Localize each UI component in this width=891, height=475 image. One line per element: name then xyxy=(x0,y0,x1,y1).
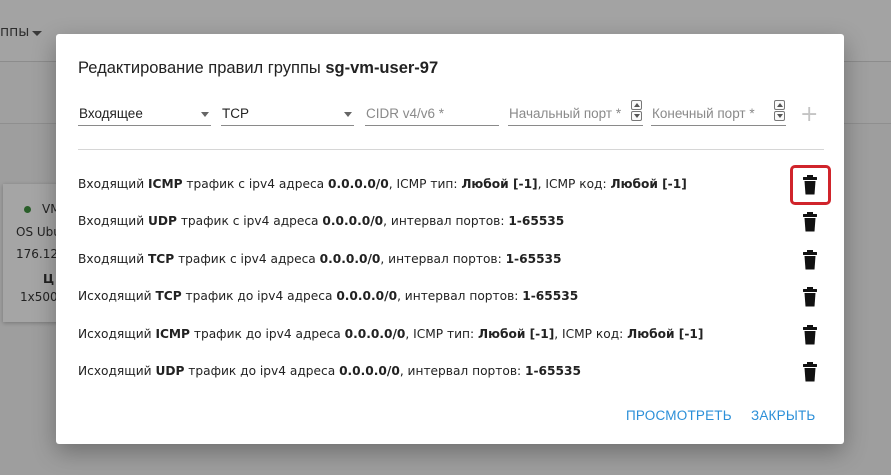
delete-rule-button[interactable] xyxy=(800,361,820,383)
start-port-input[interactable]: Начальный порт * xyxy=(508,96,643,126)
plus-icon: + xyxy=(800,102,819,127)
rule-row: Входящий UDP трафик с ipv4 адреса 0.0.0.… xyxy=(78,214,564,234)
rule-row: Исходящий TCP трафик до ipv4 адреса 0.0.… xyxy=(78,289,578,309)
delete-rule-button[interactable] xyxy=(800,286,820,308)
trash-icon xyxy=(803,250,817,270)
rule-value: Любой [-1] xyxy=(461,177,538,191)
delete-rule-button[interactable] xyxy=(800,324,820,346)
rule-text: , интервал портов: xyxy=(397,289,519,303)
direction-select[interactable]: Входящее xyxy=(78,96,211,126)
delete-rule-button[interactable] xyxy=(800,211,820,233)
protocol-select[interactable]: TCP xyxy=(221,96,354,126)
dropdown-caret-icon xyxy=(344,112,352,117)
rule-direction: Входящий xyxy=(78,252,145,266)
rule-row: Исходящий UDP трафик до ipv4 адреса 0.0.… xyxy=(78,364,581,384)
rule-address: 0.0.0.0/0 xyxy=(339,364,400,378)
spinner-up-icon[interactable] xyxy=(774,100,785,110)
rule-protocol: TCP xyxy=(147,252,175,266)
rule-value: Любой [-1] xyxy=(627,327,704,341)
rule-address: 0.0.0.0/0 xyxy=(336,289,398,303)
spinner-down-icon[interactable] xyxy=(774,111,785,121)
rule-direction: Входящий xyxy=(78,214,145,228)
rule-text: , ICMP тип: xyxy=(405,327,475,341)
dropdown-caret-icon xyxy=(201,112,209,117)
cidr-placeholder: CIDR v4/v6 * xyxy=(366,106,445,121)
dialog-title: Редактирование правил группы sg-vm-user-… xyxy=(78,59,438,78)
rule-text: , ICMP код: xyxy=(537,177,607,191)
rule-protocol: ICMP xyxy=(155,327,190,341)
divider xyxy=(78,149,824,150)
rule-value: Любой [-1] xyxy=(477,327,555,341)
rule-address: 0.0.0.0/0 xyxy=(344,327,406,341)
rule-direction: Исходящий xyxy=(78,327,152,341)
rule-value: 1-65535 xyxy=(524,364,581,378)
rule-protocol: UDP xyxy=(147,214,177,228)
rule-direction: Исходящий xyxy=(78,364,152,378)
rule-text: трафик с ipv4 адреса xyxy=(186,177,325,191)
rule-address: 0.0.0.0/0 xyxy=(328,177,389,191)
rule-text: трафик до ipv4 адреса xyxy=(188,364,336,378)
rule-row: Входящий TCP трафик с ipv4 адреса 0.0.0.… xyxy=(78,252,562,272)
trash-icon xyxy=(803,212,817,232)
rule-text: трафик с ipv4 адреса xyxy=(178,252,316,266)
trash-icon xyxy=(803,362,817,382)
trash-icon xyxy=(803,287,817,307)
rule-text: трафик до ipv4 адреса xyxy=(193,327,341,341)
rule-text: , интервал портов: xyxy=(380,252,502,266)
rule-direction: Входящий xyxy=(78,177,145,191)
add-rule-button[interactable]: + xyxy=(800,104,818,126)
rule-direction: Исходящий xyxy=(78,289,152,303)
dialog-title-prefix: Редактирование правил группы xyxy=(78,59,321,77)
group-name: sg-vm-user-97 xyxy=(325,59,439,77)
rule-text: , интервал портов: xyxy=(399,364,522,378)
direction-value: Входящее xyxy=(79,106,143,121)
edit-rules-dialog: Редактирование правил группы sg-vm-user-… xyxy=(56,34,844,444)
start-port-spinner[interactable] xyxy=(631,100,642,122)
rule-value: Любой [-1] xyxy=(610,177,687,191)
rule-protocol: ICMP xyxy=(147,177,183,191)
rule-text: трафик до ipv4 адреса xyxy=(185,289,333,303)
rule-value: 1-65535 xyxy=(508,214,565,228)
rule-row: Входящий ICMP трафик с ipv4 адреса 0.0.0… xyxy=(78,177,687,197)
spinner-down-icon[interactable] xyxy=(631,111,642,121)
protocol-value: TCP xyxy=(222,106,249,121)
rule-text: , ICMP код: xyxy=(554,327,624,341)
close-button[interactable]: ЗАКРЫТЬ xyxy=(751,408,815,423)
rule-value: 1-65535 xyxy=(505,252,562,266)
trash-icon xyxy=(803,325,817,345)
cidr-input[interactable]: CIDR v4/v6 * xyxy=(365,96,499,126)
end-port-placeholder: Конечный порт * xyxy=(652,106,755,121)
spinner-up-icon[interactable] xyxy=(631,100,642,110)
rule-address: 0.0.0.0/0 xyxy=(319,252,381,266)
rule-address: 0.0.0.0/0 xyxy=(322,214,384,228)
start-port-placeholder: Начальный порт * xyxy=(509,106,622,121)
rule-protocol: TCP xyxy=(155,289,182,303)
view-button[interactable]: ПРОСМОТРЕТЬ xyxy=(626,408,732,423)
rule-text: трафик с ipv4 адреса xyxy=(180,214,319,228)
delete-rule-button[interactable] xyxy=(800,249,820,271)
highlight-box xyxy=(790,165,831,205)
rule-row: Исходящий ICMP трафик до ipv4 адреса 0.0… xyxy=(78,327,703,347)
rule-protocol: UDP xyxy=(155,364,185,378)
end-port-input[interactable]: Конечный порт * xyxy=(651,96,786,126)
rule-text: , ICMP тип: xyxy=(388,177,458,191)
end-port-spinner[interactable] xyxy=(774,100,785,122)
rule-value: 1-65535 xyxy=(522,289,579,303)
rule-text: , интервал портов: xyxy=(383,214,505,228)
